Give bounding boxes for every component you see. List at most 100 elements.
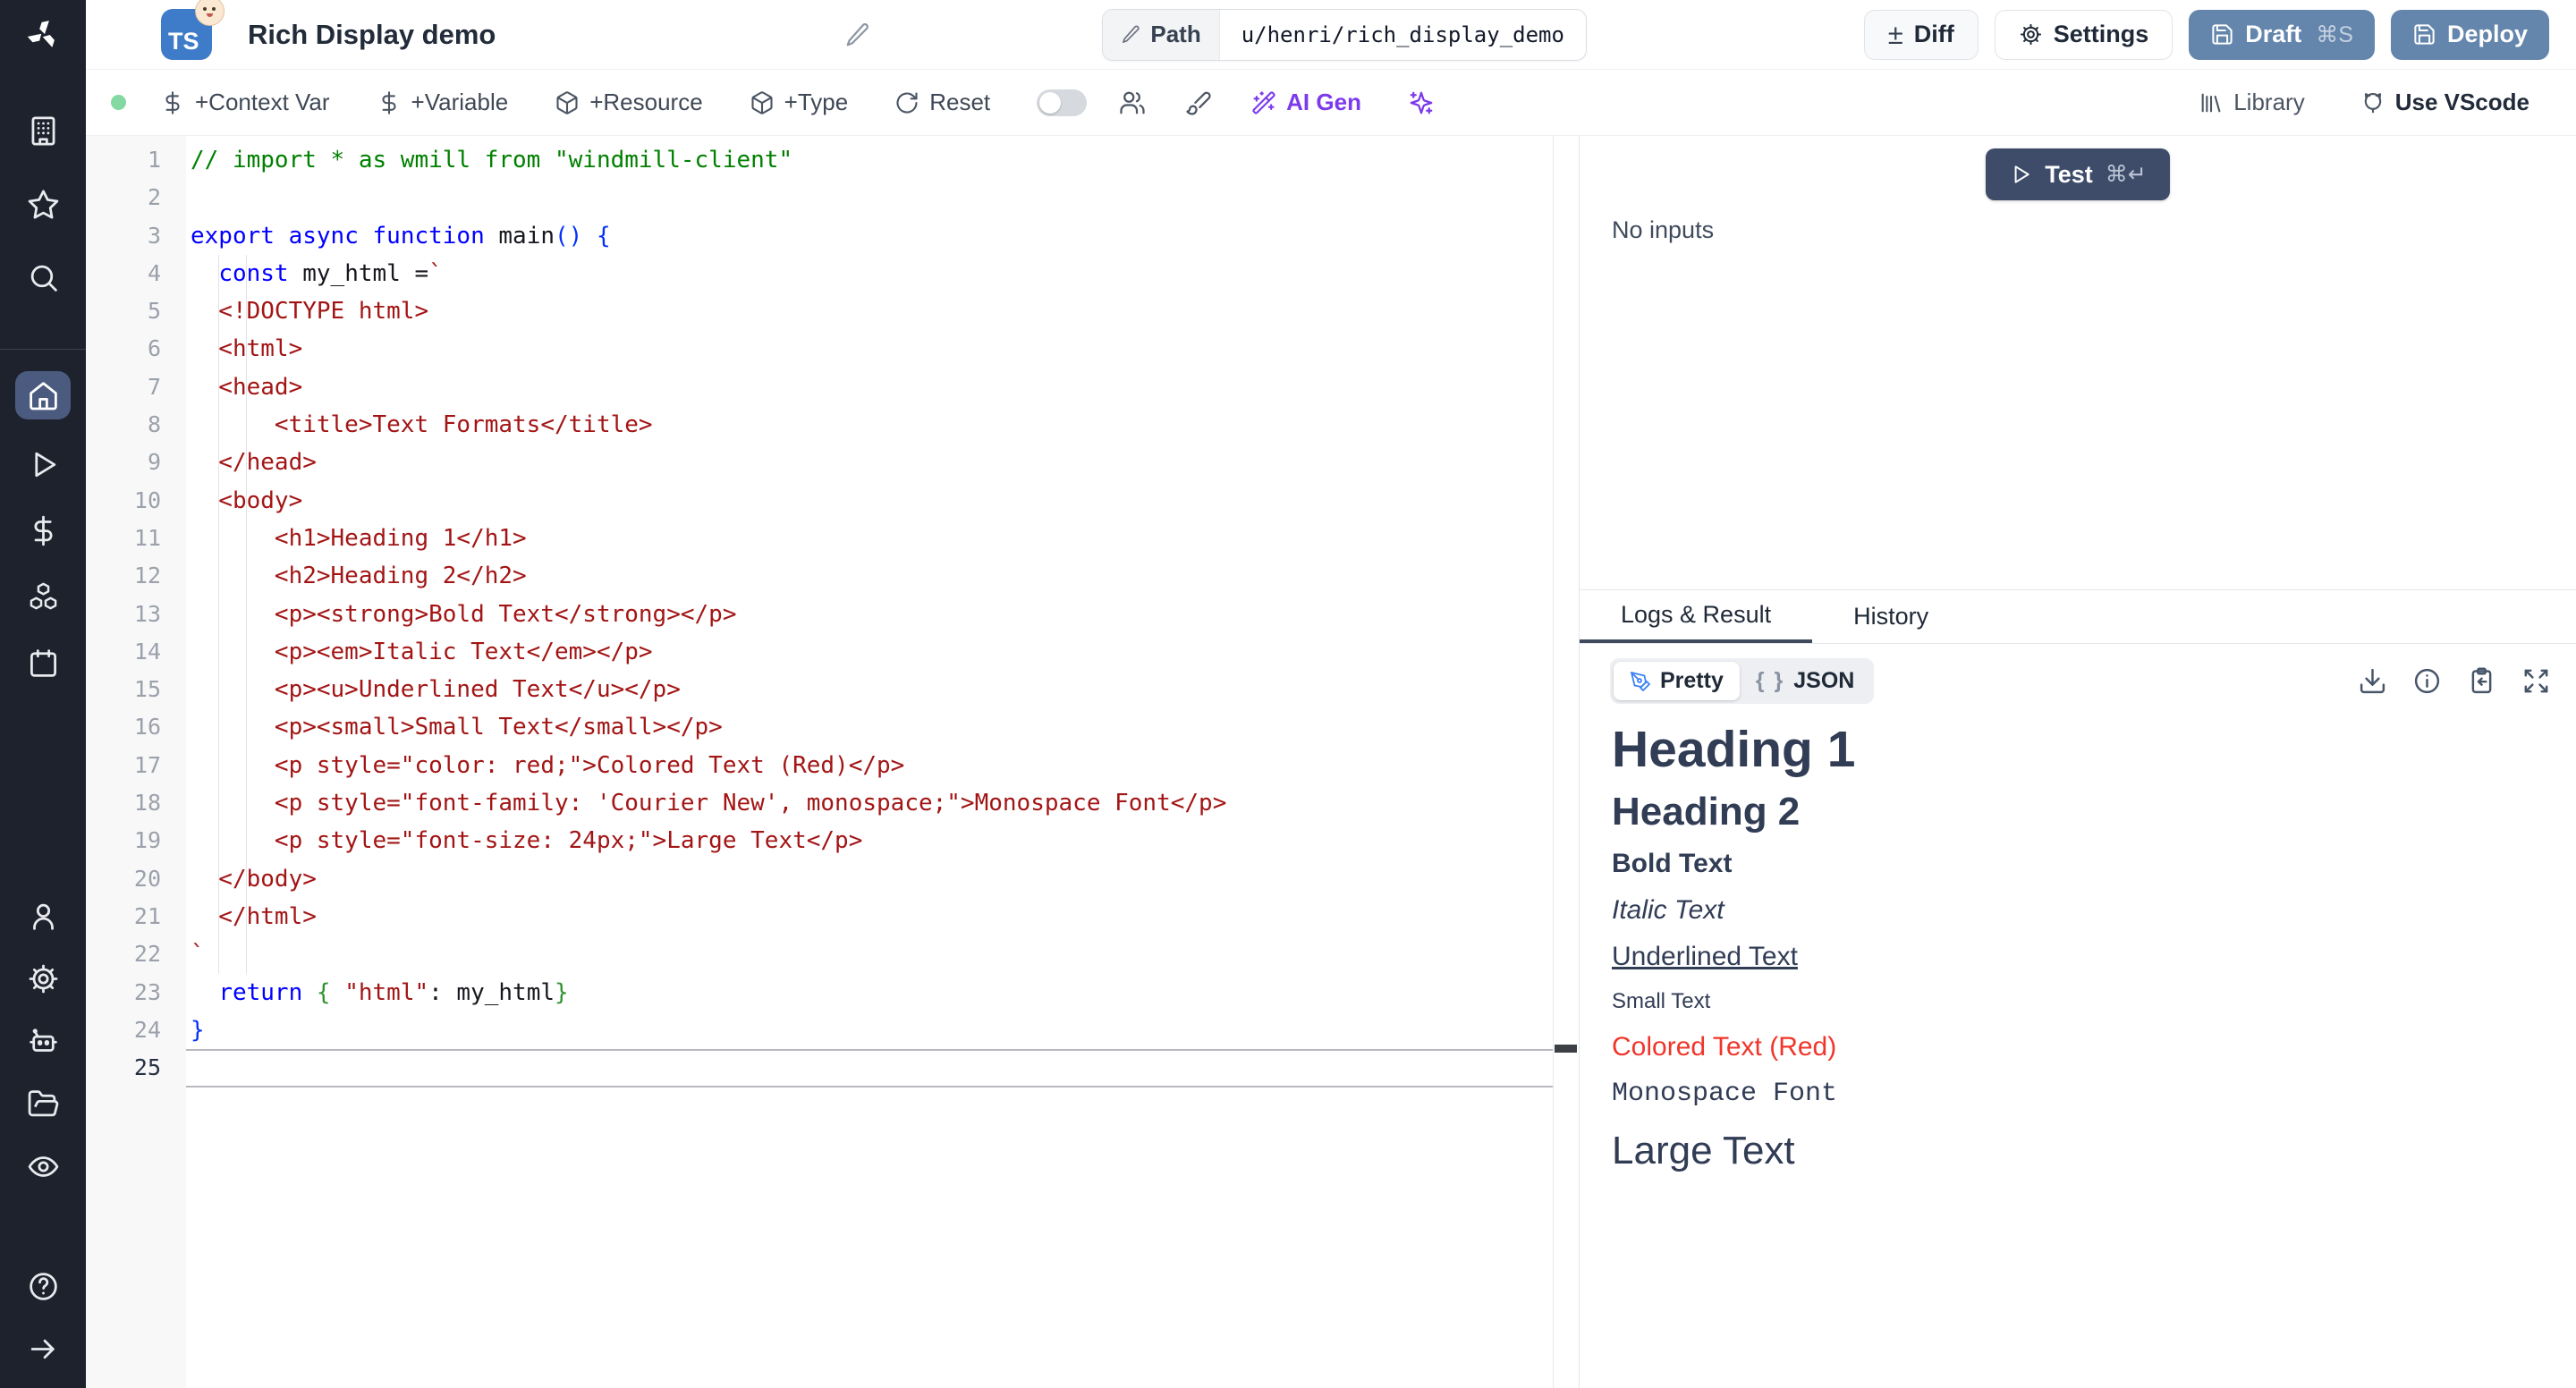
runs-play-icon[interactable] xyxy=(21,443,64,486)
expand-icon[interactable] xyxy=(2521,666,2551,696)
code-line: const my_html =` xyxy=(186,255,1553,292)
variables-dollar-icon[interactable] xyxy=(21,509,64,552)
top-bar: TS Rich Display demo Path u/henri/rich_d… xyxy=(86,0,2576,70)
multiplayer-toggle[interactable] xyxy=(1037,89,1087,116)
view-toggle: Pretty { } JSON xyxy=(1610,658,1874,704)
ai-gen-button[interactable]: AI Gen xyxy=(1251,89,1361,116)
editor-scrollbar-track xyxy=(1554,136,1579,1388)
line-number: 25 xyxy=(86,1049,186,1087)
scrollbar-thumb[interactable] xyxy=(1555,1045,1577,1053)
pretty-toggle[interactable]: Pretty xyxy=(1614,662,1740,700)
add-context-var-button[interactable]: +Context Var xyxy=(160,89,330,116)
library-button[interactable]: Library xyxy=(2199,89,2304,116)
line-number: 9 xyxy=(86,444,186,481)
path-field[interactable]: Path u/henri/rich_display_demo xyxy=(1102,9,1587,61)
use-vscode-button[interactable]: Use VScode xyxy=(2360,89,2529,116)
folder-open-icon[interactable] xyxy=(21,1082,64,1125)
rotate-icon xyxy=(894,90,919,115)
wand-icon xyxy=(1251,90,1276,115)
code-line: ` xyxy=(186,935,1553,973)
code-line xyxy=(186,179,1553,216)
sidebar xyxy=(0,0,86,1388)
dollar-icon xyxy=(160,90,185,115)
result-section: Logs & Result History Pretty { } JSON xyxy=(1580,590,2576,1388)
draft-shortcut: ⌘S xyxy=(2316,21,2353,48)
pencil-icon xyxy=(1121,24,1141,45)
settings-button[interactable]: Settings xyxy=(1995,10,2174,60)
rendered-h2: Heading 2 xyxy=(1612,790,2544,834)
reset-button[interactable]: Reset xyxy=(894,89,990,116)
baby-face-icon xyxy=(195,0,225,26)
code-line: </body> xyxy=(186,860,1553,898)
result-toolbar: Pretty { } JSON xyxy=(1610,658,2551,704)
user-icon[interactable] xyxy=(21,894,64,937)
download-icon[interactable] xyxy=(2358,666,2387,696)
rendered-red: Colored Text (Red) xyxy=(1612,1032,2544,1062)
test-button[interactable]: Test ⌘↵ xyxy=(1986,148,2169,200)
windmill-app: TS Rich Display demo Path u/henri/rich_d… xyxy=(0,0,2576,1388)
windmill-logo-icon[interactable] xyxy=(23,0,63,70)
diff-button[interactable]: ± Diff xyxy=(1864,10,1979,60)
eye-icon[interactable] xyxy=(21,1145,64,1188)
collapse-arrow-right-icon[interactable] xyxy=(21,1327,64,1370)
rendered-html-result: Heading 1Heading 2Bold TextItalic TextUn… xyxy=(1612,715,2544,1173)
line-number: 5 xyxy=(86,292,186,330)
braces-icon: { } xyxy=(1756,668,1784,694)
indent-guide xyxy=(246,255,247,974)
add-variable-button[interactable]: +Variable xyxy=(377,89,509,116)
code-editor[interactable]: 1234567891011121314151617181920212223242… xyxy=(86,136,1554,1388)
line-number: 15 xyxy=(86,671,186,708)
code-line: <html> xyxy=(186,330,1553,368)
code-line: export async function main() { xyxy=(186,217,1553,255)
brush-icon[interactable] xyxy=(1185,89,1212,116)
rendered-underline: Underlined Text xyxy=(1612,942,2544,972)
line-number: 13 xyxy=(86,596,186,633)
line-number: 11 xyxy=(86,520,186,557)
typescript-badge-label: TS xyxy=(168,28,199,55)
clipboard-copy-icon[interactable] xyxy=(2467,666,2496,696)
page-title: Rich Display demo xyxy=(248,19,496,51)
star-icon[interactable] xyxy=(21,182,64,225)
code-line: <head> xyxy=(186,368,1553,406)
line-number: 12 xyxy=(86,557,186,595)
code-line: <title>Text Formats</title> xyxy=(186,406,1553,444)
no-inputs-text: No inputs xyxy=(1612,216,2576,244)
search-icon[interactable] xyxy=(21,256,64,299)
line-number: 23 xyxy=(86,974,186,1011)
code-line: <p style="font-family: 'Courier New', mo… xyxy=(186,784,1553,822)
building-icon[interactable] xyxy=(21,109,64,152)
settings-gear-icon[interactable] xyxy=(21,957,64,1000)
line-number: 14 xyxy=(86,633,186,671)
resources-boxes-icon[interactable] xyxy=(21,575,64,618)
package-icon xyxy=(750,90,775,115)
users-icon[interactable] xyxy=(1119,89,1146,116)
code-line: <!DOCTYPE html> xyxy=(186,292,1553,330)
tab-history[interactable]: History xyxy=(1812,590,1970,643)
help-circle-icon[interactable] xyxy=(21,1265,64,1308)
line-number: 17 xyxy=(86,747,186,784)
edit-title-pencil-icon[interactable] xyxy=(844,21,871,48)
workers-robot-icon[interactable] xyxy=(21,1020,64,1062)
code-line: </head> xyxy=(186,444,1553,481)
indent-guide xyxy=(218,255,219,974)
add-type-button[interactable]: +Type xyxy=(750,89,849,116)
package-icon xyxy=(555,90,580,115)
code-area[interactable]: // import * as wmill from "windmill-clie… xyxy=(186,136,1553,1388)
json-toggle[interactable]: { } JSON xyxy=(1740,662,1871,700)
tab-logs-result[interactable]: Logs & Result xyxy=(1580,590,1812,643)
schedules-calendar-icon[interactable] xyxy=(21,641,64,684)
line-number: 19 xyxy=(86,822,186,859)
save-icon xyxy=(2210,22,2234,47)
draft-button[interactable]: Draft ⌘S xyxy=(2189,10,2375,60)
line-number: 21 xyxy=(86,898,186,935)
line-number: 7 xyxy=(86,368,186,406)
add-resource-button[interactable]: +Resource xyxy=(555,89,702,116)
sparkles-icon[interactable] xyxy=(1408,89,1435,116)
line-number: 20 xyxy=(86,860,186,898)
path-value[interactable]: u/henri/rich_display_demo xyxy=(1220,10,1586,60)
info-icon[interactable] xyxy=(2412,666,2442,696)
rendered-large: Large Text xyxy=(1612,1129,2544,1173)
deploy-button[interactable]: Deploy xyxy=(2391,10,2549,60)
line-number: 8 xyxy=(86,406,186,444)
home-icon[interactable] xyxy=(15,371,71,419)
